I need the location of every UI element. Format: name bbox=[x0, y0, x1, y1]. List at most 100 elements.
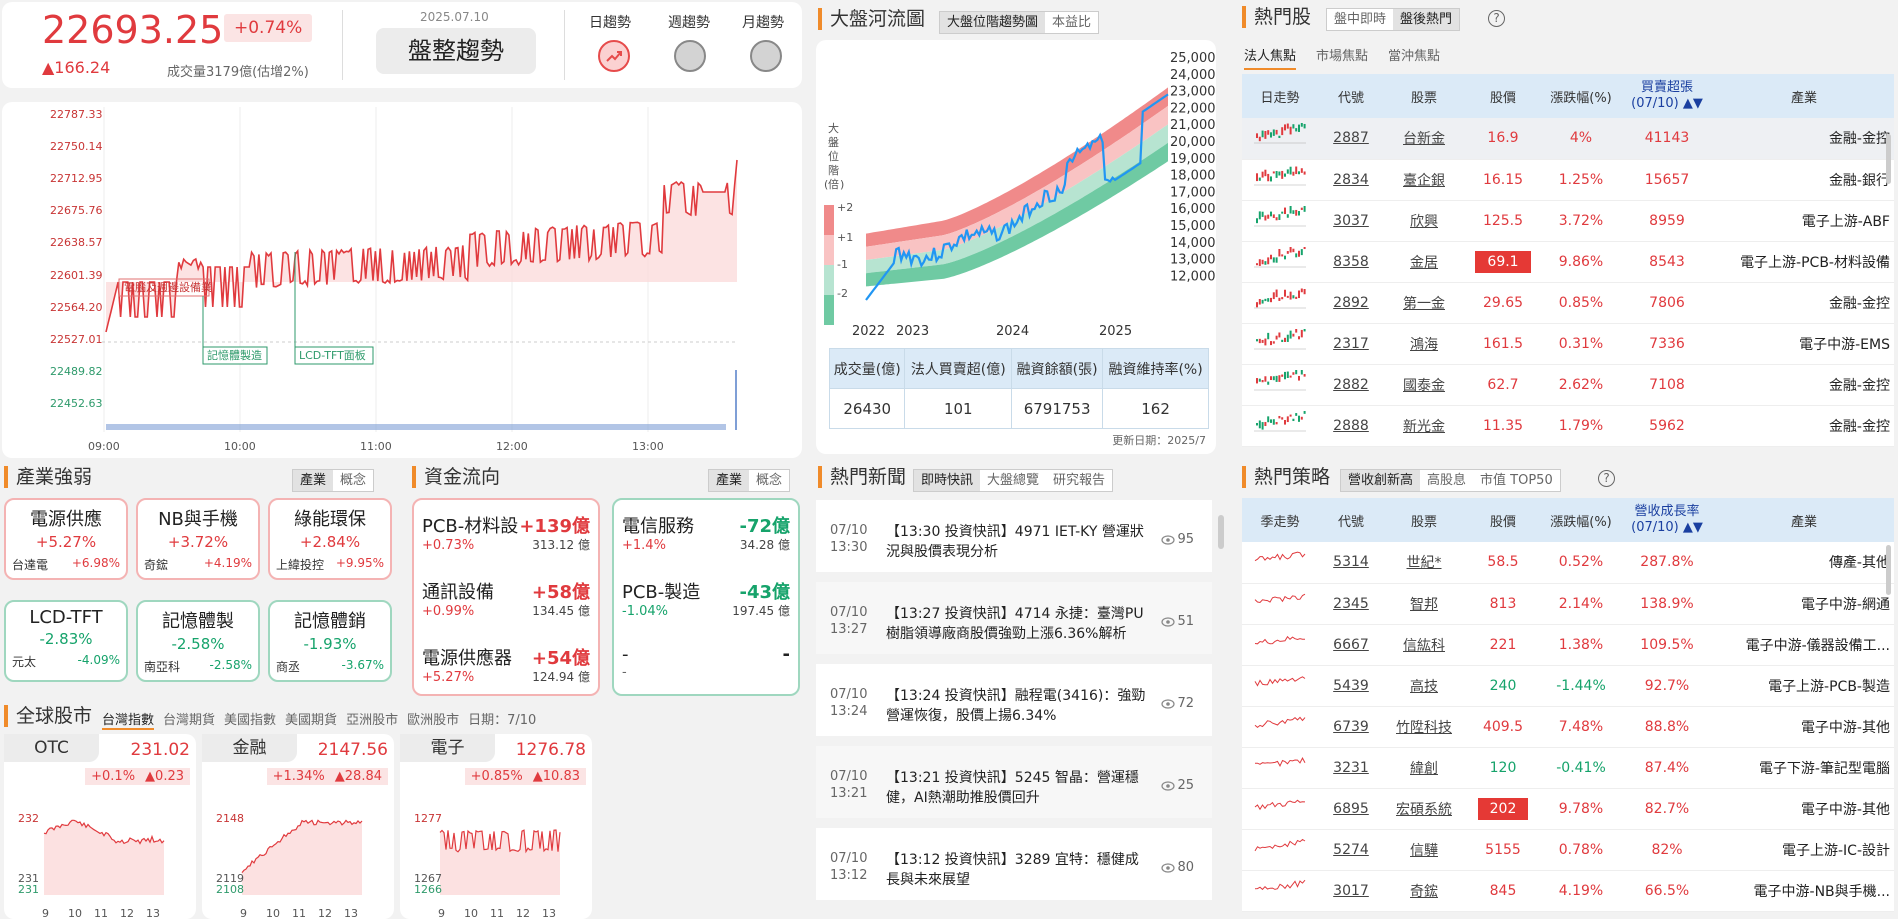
table-row[interactable]: 6667 信紘科 221 1.38% 109.5% 電子中游-儀器設備工... bbox=[1242, 624, 1894, 666]
sort-header[interactable]: 買賣超張 (07/10) ▲▼ bbox=[1620, 74, 1714, 118]
stock-name[interactable]: 第一金 bbox=[1384, 282, 1464, 324]
stock-code[interactable]: 3017 bbox=[1318, 870, 1384, 912]
news-item[interactable]: 07/10 13:27 【13:27 投資快訊】4714 永捷：臺灣PU樹脂領導廠商… bbox=[816, 582, 1212, 654]
stock-name[interactable]: 金居 bbox=[1384, 241, 1464, 283]
industry-box[interactable]: NB與手機 +3.72% 奇鋐 +4.19% bbox=[136, 498, 260, 580]
stock-name[interactable]: 臺企銀 bbox=[1384, 159, 1464, 201]
tab-asia[interactable]: 亞洲股市 bbox=[346, 709, 398, 730]
news-item[interactable]: 07/10 13:24 【13:24 投資快訊】融程電(3416)：強勁營運恢復，股… bbox=[816, 664, 1212, 736]
ticker-card[interactable]: 電子 1276.78 +0.85% ▲10.83 1277 1267 1266 9 10 11 12… bbox=[400, 734, 592, 919]
tab-tw-futures[interactable]: 台灣期貨 bbox=[163, 709, 215, 730]
ticker-card[interactable]: 金融 2147.56 +1.34% ▲28.84 2148 2119 2108 9 10 11 12… bbox=[202, 734, 394, 919]
stock-code[interactable]: 2882 bbox=[1318, 364, 1384, 406]
subtab-daytrade[interactable]: 當沖焦點 bbox=[1388, 45, 1440, 70]
stock-name[interactable]: 新光金 bbox=[1384, 405, 1464, 447]
tab-top50[interactable]: 市值 TOP50 bbox=[1473, 470, 1560, 491]
stock-name[interactable]: 國泰金 bbox=[1384, 364, 1464, 406]
tab-industry[interactable]: 產業 bbox=[293, 470, 334, 491]
tab-research[interactable]: 研究報告 bbox=[1046, 470, 1112, 491]
table-row[interactable]: 2834 臺企銀 16.15 1.25% 15657 金融-銀行 bbox=[1242, 159, 1894, 201]
stock-code[interactable]: 5274 bbox=[1318, 829, 1384, 871]
tab-intraday[interactable]: 盤中即時 bbox=[1327, 9, 1393, 30]
table-row[interactable]: 3231 緯創 120 -0.41% 87.4% 電子下游-筆記型電腦 bbox=[1242, 747, 1894, 789]
stock-name[interactable]: 欣興 bbox=[1384, 200, 1464, 242]
tab-revenue-high[interactable]: 營收創新高 bbox=[1341, 470, 1421, 491]
stock-name[interactable]: 智邦 bbox=[1384, 583, 1464, 625]
table-row[interactable]: 3037 欣興 125.5 3.72% 8959 電子上游-ABF bbox=[1242, 200, 1894, 242]
stock-code[interactable]: 5439 bbox=[1318, 665, 1384, 707]
capital-inflow-card[interactable]: PCB-材料設 +139億 +0.73% 313.12 億 通訊設備 +58億 … bbox=[412, 498, 600, 696]
industry-box[interactable]: 記憶體銷 -1.93% 商丞 -3.67% bbox=[268, 600, 392, 682]
stock-code[interactable]: 5314 bbox=[1318, 542, 1384, 584]
subtab-institutional[interactable]: 法人焦點 bbox=[1244, 45, 1297, 70]
tab-concept[interactable]: 概念 bbox=[749, 470, 789, 491]
stock-name[interactable]: 信紘科 bbox=[1384, 624, 1464, 666]
stock-code[interactable]: 6895 bbox=[1318, 788, 1384, 830]
table-row[interactable]: 8358 金居 69.1 9.86% 8543 電子上游-PCB-材料設備 bbox=[1242, 241, 1894, 283]
table-row[interactable]: 6895 宏碩系統 202 9.78% 82.7% 電子中游-其他 bbox=[1242, 788, 1894, 830]
stock-name[interactable]: 宏碩系統 bbox=[1384, 788, 1464, 830]
table-row[interactable]: 2888 新光金 11.35 1.79% 5962 金融-金控 bbox=[1242, 405, 1894, 447]
tab-us-futures[interactable]: 美國期貨 bbox=[285, 709, 337, 730]
tab-tw-index[interactable]: 台灣指數 bbox=[102, 709, 155, 730]
tab-high-dividend[interactable]: 高股息 bbox=[1420, 470, 1473, 491]
subtab-market[interactable]: 市場焦點 bbox=[1316, 45, 1368, 70]
stock-code[interactable]: 2892 bbox=[1318, 282, 1384, 324]
stock-code[interactable]: 6739 bbox=[1318, 706, 1384, 748]
strategy-scrollbar[interactable] bbox=[1886, 545, 1891, 595]
table-row[interactable]: 3017 奇鋐 845 4.19% 66.5% 電子中游-NB與手機... bbox=[1242, 870, 1894, 912]
table-row[interactable]: 2345 智邦 813 2.14% 138.9% 電子中游-網通 bbox=[1242, 583, 1894, 625]
stock-name[interactable]: 高技 bbox=[1384, 665, 1464, 707]
stock-name[interactable]: 鴻海 bbox=[1384, 323, 1464, 365]
tab-pe[interactable]: 本益比 bbox=[1045, 12, 1098, 33]
tab-industry[interactable]: 產業 bbox=[709, 470, 750, 491]
stock-code[interactable]: 2888 bbox=[1318, 405, 1384, 447]
stock-code[interactable]: 2834 bbox=[1318, 159, 1384, 201]
news-item[interactable]: 07/10 13:12 【13:12 投資快訊】3289 宜特：穩健成長與未來展望 8… bbox=[816, 828, 1212, 900]
stock-name[interactable]: 竹陞科技 bbox=[1384, 706, 1464, 748]
stock-name[interactable]: 世紀* bbox=[1384, 542, 1464, 584]
stock-name[interactable]: 信驊 bbox=[1384, 829, 1464, 871]
river-chart[interactable]: 大 盤 位 階 ( 倍 ) +2 +1 -1 -2 25,000 24,000 23… bbox=[816, 40, 1216, 340]
tab-market-overview[interactable]: 大盤總覽 bbox=[980, 470, 1046, 491]
industry-box[interactable]: LCD-TFT -2.83% 元太 -4.09% bbox=[4, 600, 128, 682]
industry-box[interactable]: 記憶體製 -2.58% 南亞科 -2.58% bbox=[136, 600, 260, 682]
sort-header[interactable]: 營收成長率 (07/10) ▲▼ bbox=[1620, 498, 1714, 542]
stock-code[interactable]: 6667 bbox=[1318, 624, 1384, 666]
weekly-trend-toggle[interactable] bbox=[674, 40, 706, 72]
stock-name[interactable]: 奇鋐 bbox=[1384, 870, 1464, 912]
table-row[interactable]: 2892 第一金 29.65 0.85% 7806 金融-金控 bbox=[1242, 282, 1894, 324]
stock-code[interactable]: 2887 bbox=[1318, 118, 1384, 160]
stock-code[interactable]: 2345 bbox=[1318, 583, 1384, 625]
news-item[interactable]: 07/10 13:30 【13:30 投資快訊】4971 IET-KY 營運狀況與股… bbox=[816, 500, 1212, 572]
capital-outflow-card[interactable]: 電信服務 -72億 +1.4% 34.28 億 PCB-製造 -43億 -1.0… bbox=[612, 498, 800, 696]
table-row[interactable]: 2882 國泰金 62.7 2.62% 7108 金融-金控 bbox=[1242, 364, 1894, 406]
table-row[interactable]: 5274 信驊 5155 0.78% 82% 電子上游-IC-設計 bbox=[1242, 829, 1894, 871]
stock-name[interactable]: 台新金 bbox=[1384, 118, 1464, 160]
stock-code[interactable]: 2317 bbox=[1318, 323, 1384, 365]
industry-box[interactable]: 綠能環保 +2.84% 上緯投控 +9.95% bbox=[268, 498, 392, 580]
table-row[interactable]: 5314 世紀* 58.5 0.52% 287.8% 傳產-其他 bbox=[1242, 542, 1894, 584]
industry-box[interactable]: 電源供應 +5.27% 台達電 +6.98% bbox=[4, 498, 128, 580]
stock-code[interactable]: 3037 bbox=[1318, 200, 1384, 242]
daily-trend-toggle[interactable] bbox=[598, 40, 630, 72]
tab-us-index[interactable]: 美國指數 bbox=[224, 709, 276, 730]
table-row[interactable]: 2887 台新金 16.9 4% 41143 金融-金控 bbox=[1242, 118, 1894, 160]
tab-realtime[interactable]: 即時快訊 bbox=[914, 470, 981, 491]
news-item[interactable]: 07/10 13:21 【13:21 投資快訊】5245 智晶：營運穩健，AI熱潮助… bbox=[816, 746, 1212, 818]
help-icon[interactable]: ? bbox=[1598, 470, 1615, 487]
tab-europe[interactable]: 歐洲股市 bbox=[407, 709, 459, 730]
hot-scrollbar[interactable] bbox=[1886, 134, 1891, 184]
monthly-trend-toggle[interactable] bbox=[750, 40, 782, 72]
table-row[interactable]: 6739 竹陞科技 409.5 7.48% 88.8% 電子中游-其他 bbox=[1242, 706, 1894, 748]
stock-code[interactable]: 8358 bbox=[1318, 241, 1384, 283]
table-row[interactable]: 2317 鴻海 161.5 0.31% 7336 電子中游-EMS bbox=[1242, 323, 1894, 365]
intraday-chart[interactable]: 22787.33 22750.14 22712.95 22675.76 2263… bbox=[2, 102, 802, 458]
table-row[interactable]: 5439 高技 240 -1.44% 92.7% 電子上游-PCB-製造 bbox=[1242, 665, 1894, 707]
news-scrollbar[interactable] bbox=[1218, 515, 1224, 549]
tab-concept[interactable]: 概念 bbox=[333, 470, 373, 491]
stock-code[interactable]: 3231 bbox=[1318, 747, 1384, 789]
ticker-card[interactable]: OTC 231.02 +0.1% ▲0.23 232 231 231 9 10 11 12 13 bbox=[4, 734, 196, 919]
help-icon[interactable]: ? bbox=[1488, 10, 1505, 27]
stock-name[interactable]: 緯創 bbox=[1384, 747, 1464, 789]
